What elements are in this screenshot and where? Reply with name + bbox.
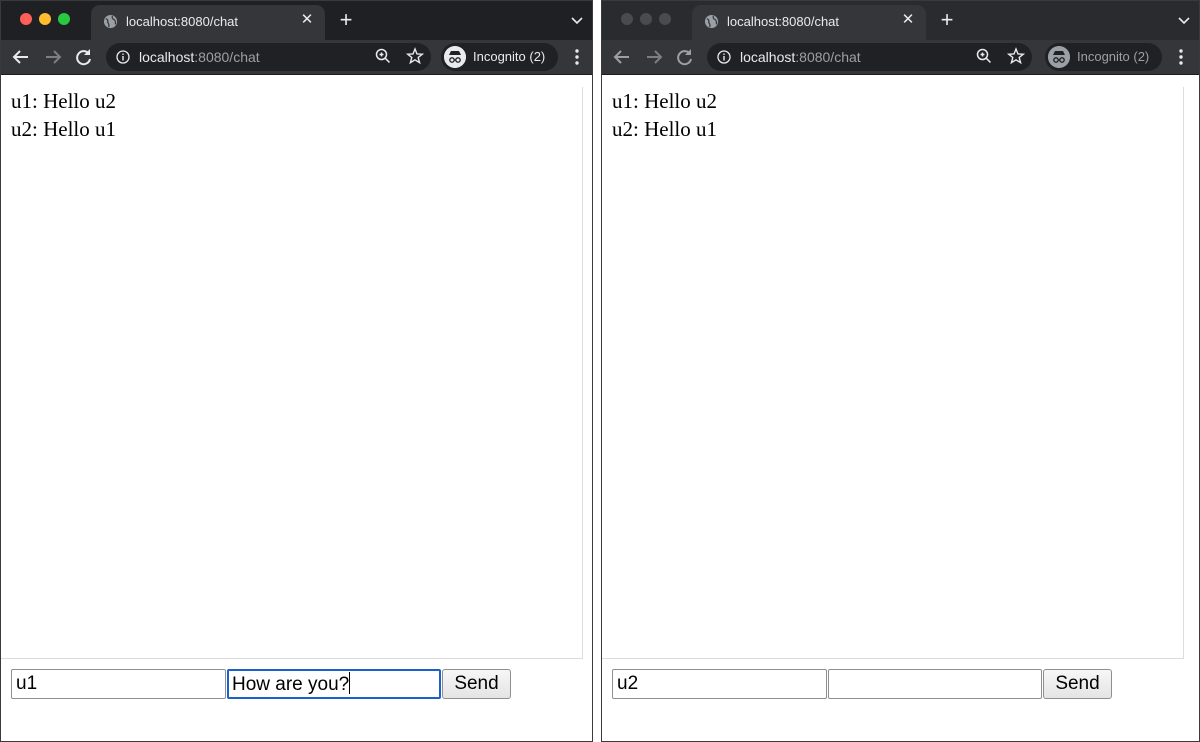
send-button[interactable]: Send	[442, 669, 511, 699]
incognito-badge[interactable]: Incognito (2)	[1045, 43, 1162, 71]
zoom-icon[interactable]	[375, 48, 391, 64]
back-arrow-icon[interactable]	[611, 47, 633, 67]
incognito-label: Incognito (2)	[1077, 49, 1150, 64]
plus-icon[interactable]: +	[335, 9, 357, 31]
close-icon[interactable]: ✕	[900, 12, 916, 28]
chat-message: u1: Hello u2	[612, 89, 717, 113]
chevron-down-icon[interactable]	[1177, 13, 1191, 27]
incognito-label: Incognito (2)	[473, 49, 546, 64]
chevron-down-icon[interactable]	[570, 13, 584, 27]
info-icon[interactable]	[116, 50, 130, 64]
username-input[interactable]: u1	[11, 669, 226, 699]
message-input[interactable]	[828, 669, 1042, 699]
zoom-window-button[interactable]	[58, 13, 70, 25]
text-caret	[349, 672, 351, 694]
reload-icon[interactable]	[73, 47, 95, 67]
more-vert-icon[interactable]	[571, 47, 583, 67]
zoom-icon[interactable]	[976, 48, 992, 64]
send-button[interactable]: Send	[1043, 669, 1112, 699]
username-input[interactable]: u2	[612, 669, 827, 699]
browser-window-right: localhost:8080/chat ✕ + localhost:8080/c…	[601, 0, 1200, 742]
tab-strip: localhost:8080/chat ✕ +	[602, 1, 1199, 40]
url-host: localhost	[740, 49, 796, 65]
window-controls	[621, 13, 671, 25]
incognito-icon	[444, 46, 466, 68]
message-input[interactable]: How are you?	[227, 669, 441, 699]
url-host: localhost	[139, 49, 195, 65]
close-window-button[interactable]	[20, 13, 32, 25]
tab-title: localhost:8080/chat	[727, 14, 840, 29]
url-text: localhost:8080/chat	[139, 49, 260, 65]
close-icon[interactable]: ✕	[299, 12, 315, 28]
tab-chat[interactable]: localhost:8080/chat ✕	[692, 5, 926, 40]
plus-icon[interactable]: +	[936, 9, 958, 31]
minimize-window-button[interactable]	[640, 13, 652, 25]
tab-title: localhost:8080/chat	[126, 14, 239, 29]
url-path: :8080/chat	[194, 49, 260, 65]
incognito-icon	[1048, 46, 1070, 68]
reload-icon[interactable]	[674, 47, 696, 67]
message-form: u1 How are you? Send	[11, 669, 511, 699]
minimize-window-button[interactable]	[39, 13, 51, 25]
forward-arrow-icon[interactable]	[42, 47, 64, 67]
incognito-badge[interactable]: Incognito (2)	[441, 43, 558, 71]
browser-window-left: localhost:8080/chat ✕ + localhost:8080/c…	[0, 0, 593, 742]
page-content: u1: Hello u2 u2: Hello u1 u1 How are you…	[1, 76, 592, 741]
chat-log: u1: Hello u2 u2: Hello u1	[602, 87, 1184, 659]
url-text: localhost:8080/chat	[740, 49, 861, 65]
chat-log: u1: Hello u2 u2: Hello u1	[1, 87, 583, 659]
tab-strip: localhost:8080/chat ✕ +	[1, 1, 592, 40]
back-arrow-icon[interactable]	[10, 47, 32, 67]
more-vert-icon[interactable]	[1175, 47, 1187, 67]
star-icon[interactable]	[406, 47, 424, 65]
message-input-value: How are you?	[232, 674, 350, 695]
page-content: u1: Hello u2 u2: Hello u1 u2 Send	[602, 76, 1199, 741]
zoom-window-button[interactable]	[659, 13, 671, 25]
chat-message: u2: Hello u1	[612, 117, 717, 141]
window-controls	[20, 13, 70, 25]
message-form: u2 Send	[612, 669, 1112, 699]
url-path: :8080/chat	[795, 49, 861, 65]
chat-message: u2: Hello u1	[11, 117, 116, 141]
chat-message: u1: Hello u2	[11, 89, 116, 113]
close-window-button[interactable]	[621, 13, 633, 25]
forward-arrow-icon[interactable]	[643, 47, 665, 67]
star-icon[interactable]	[1007, 47, 1025, 65]
globe-icon	[103, 14, 118, 29]
info-icon[interactable]	[717, 50, 731, 64]
globe-icon	[704, 14, 719, 29]
tab-chat[interactable]: localhost:8080/chat ✕	[91, 5, 325, 40]
